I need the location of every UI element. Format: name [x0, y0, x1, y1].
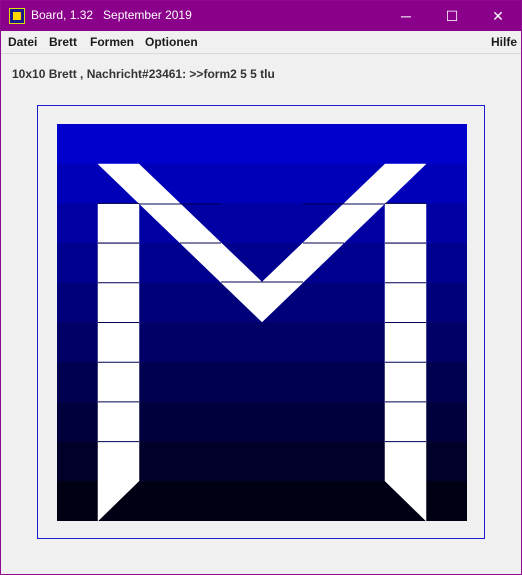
menu-hilfe[interactable]: Hilfe: [491, 35, 517, 49]
app-window: Board, 1.32 September 2019 ─ ☐ ✕ Datei B…: [0, 0, 522, 575]
board-app-icon[interactable]: [9, 8, 25, 24]
game-board[interactable]: [57, 124, 467, 521]
maximize-button[interactable]: ☐: [429, 1, 475, 31]
title-bar[interactable]: Board, 1.32 September 2019 ─ ☐ ✕: [1, 1, 521, 31]
board-row: [57, 124, 467, 165]
menu-brett[interactable]: Brett: [49, 35, 77, 49]
menu-optionen[interactable]: Optionen: [145, 35, 198, 49]
menu-bar: Datei Brett Formen Optionen Hilfe: [1, 31, 521, 54]
menu-datei[interactable]: Datei: [8, 35, 37, 49]
menu-formen[interactable]: Formen: [90, 35, 134, 49]
close-button[interactable]: ✕: [475, 1, 521, 31]
window-title: Board, 1.32 September 2019: [31, 8, 192, 22]
minimize-button[interactable]: ─: [383, 1, 429, 31]
status-message: 10x10 Brett , Nachricht#23461: >>form2 5…: [12, 67, 275, 81]
